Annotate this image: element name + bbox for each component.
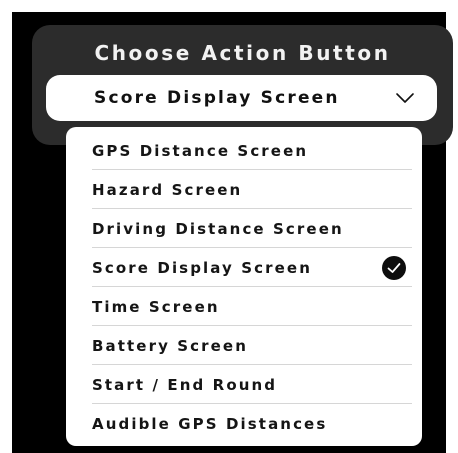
checkmark-circle-icon xyxy=(382,256,406,280)
menu-item-label: Time Screen xyxy=(92,298,220,316)
menu-item-driving-distance-screen[interactable]: Driving Distance Screen xyxy=(66,209,422,248)
menu-item-gps-distance-screen[interactable]: GPS Distance Screen xyxy=(66,131,422,170)
menu-item-label: Battery Screen xyxy=(92,337,248,355)
chevron-down-icon xyxy=(396,93,414,103)
menu-item-start-end-round[interactable]: Start / End Round xyxy=(66,365,422,404)
menu-item-label: Start / End Round xyxy=(92,376,278,394)
menu-item-label: Score Display Screen xyxy=(92,259,312,277)
menu-item-label: GPS Distance Screen xyxy=(92,142,309,160)
action-button-dropdown[interactable]: Score Display Screen xyxy=(46,75,437,121)
menu-item-time-screen[interactable]: Time Screen xyxy=(66,287,422,326)
dropdown-selected-value: Score Display Screen xyxy=(94,88,340,108)
menu-item-audible-gps-distances[interactable]: Audible GPS Distances xyxy=(66,404,422,443)
dialog-title: Choose Action Button xyxy=(94,41,391,65)
dropdown-menu: GPS Distance Screen Hazard Screen Drivin… xyxy=(66,127,422,446)
menu-item-battery-screen[interactable]: Battery Screen xyxy=(66,326,422,365)
menu-item-hazard-screen[interactable]: Hazard Screen xyxy=(66,170,422,209)
menu-item-label: Driving Distance Screen xyxy=(92,220,344,238)
menu-item-score-display-screen[interactable]: Score Display Screen xyxy=(66,248,422,287)
menu-item-label: Audible GPS Distances xyxy=(92,415,328,433)
menu-item-label: Hazard Screen xyxy=(92,181,243,199)
